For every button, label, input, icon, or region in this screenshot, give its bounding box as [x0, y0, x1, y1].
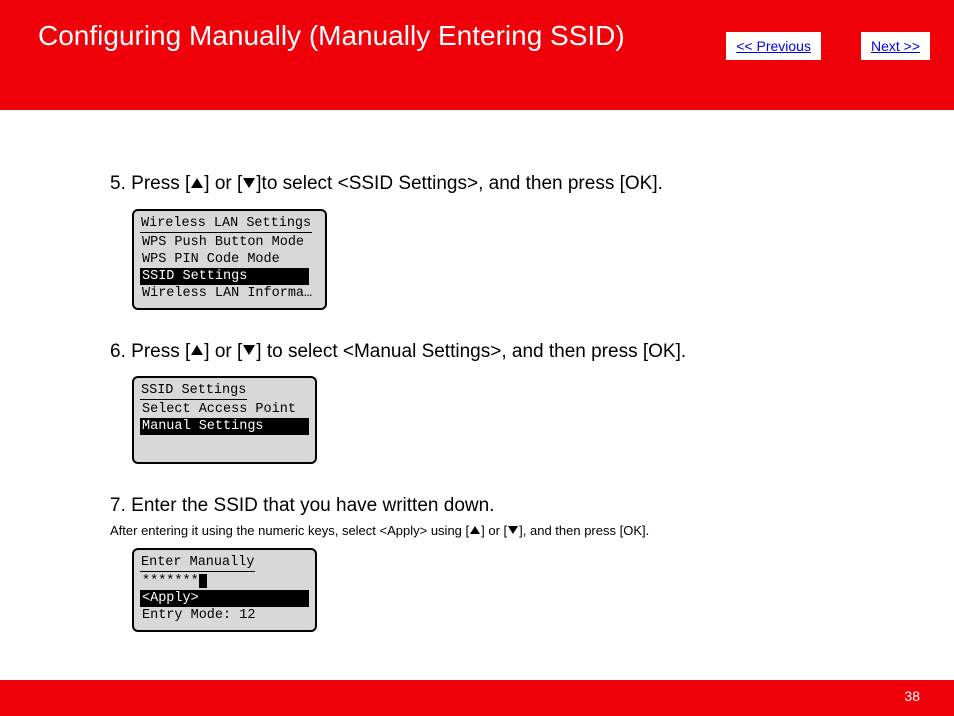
previous-link[interactable]: << Previous — [726, 32, 821, 60]
lcd-screen-3: Enter Manually ******* <Apply> Entry Mod… — [132, 548, 317, 632]
step-7-note-a: After entering it using the numeric keys… — [110, 523, 469, 538]
step-7: 7. Enter the SSID that you have written … — [110, 492, 840, 632]
step-6-text-c: ] to select <Manual Settings>, and then … — [256, 341, 686, 362]
content-area: 5. Press [ ] or [ ]to select <SSID Setting… — [0, 110, 840, 632]
nav-buttons: << Previous Next >> — [726, 32, 930, 60]
down-arrow-icon — [243, 178, 255, 188]
step-7-instruction: 7. Enter the SSID that you have written … — [110, 492, 840, 521]
lcd1-title: Wireless LAN Settings — [140, 215, 312, 233]
up-arrow-icon — [191, 345, 203, 355]
up-arrow-icon — [470, 526, 480, 534]
lcd3-entry-mode: Entry Mode: 12 — [140, 607, 309, 624]
cursor-icon — [199, 574, 207, 588]
step-6-instruction: 6. Press [ ] or [ ] to select <Manual Sett… — [110, 338, 840, 367]
step-6: 6. Press [ ] or [ ] to select <Manual Sett… — [110, 338, 840, 465]
step-6-text-a: Press [ — [131, 341, 190, 362]
lcd1-row-selected: SSID Settings — [140, 268, 309, 285]
footer-bar: 38 — [0, 680, 954, 716]
step-7-text: Enter the SSID that you have written dow… — [131, 495, 494, 516]
step-6-number: 6. — [110, 341, 126, 362]
lcd2-row-selected: Manual Settings — [140, 418, 309, 435]
step-6-text-b: ] or [ — [204, 341, 242, 362]
lcd-screen-1: Wireless LAN Settings WPS Push Button Mo… — [132, 209, 327, 310]
step-5-text-a: Press [ — [131, 173, 190, 194]
step-5-text-c: ]to select <SSID Settings>, and then pre… — [256, 173, 663, 194]
step-7-note-c: ], and then press [OK]. — [519, 523, 649, 538]
step-5-instruction: 5. Press [ ] or [ ]to select <SSID Setting… — [110, 170, 840, 199]
lcd2-title: SSID Settings — [140, 382, 247, 400]
lcd3-apply-row: <Apply> — [140, 590, 309, 607]
lcd1-row-2: WPS PIN Code Mode — [140, 251, 319, 268]
step-7-note-b: ] or [ — [481, 523, 507, 538]
lcd1-row-4: Wireless LAN Informa… — [140, 285, 319, 302]
page-number: 38 — [904, 688, 920, 704]
lcd1-row-1: WPS Push Button Mode — [140, 234, 319, 251]
next-link[interactable]: Next >> — [861, 32, 930, 60]
down-arrow-icon — [508, 526, 518, 534]
step-5-number: 5. — [110, 173, 126, 194]
lcd3-title: Enter Manually — [140, 554, 255, 572]
step-5-text-b: ] or [ — [204, 173, 242, 194]
lcd3-input-row: ******* — [140, 573, 309, 590]
step-5: 5. Press [ ] or [ ]to select <SSID Setting… — [110, 170, 840, 310]
lcd3-masked-input: ******* — [142, 573, 199, 590]
step-7-note: After entering it using the numeric keys… — [110, 523, 840, 538]
lcd-screen-2: SSID Settings Select Access Point Manual… — [132, 376, 317, 464]
down-arrow-icon — [243, 345, 255, 355]
header-bar: Configuring Manually (Manually Entering … — [0, 0, 954, 110]
up-arrow-icon — [191, 178, 203, 188]
lcd2-row-1: Select Access Point — [140, 401, 309, 418]
step-7-number: 7. — [110, 495, 126, 516]
